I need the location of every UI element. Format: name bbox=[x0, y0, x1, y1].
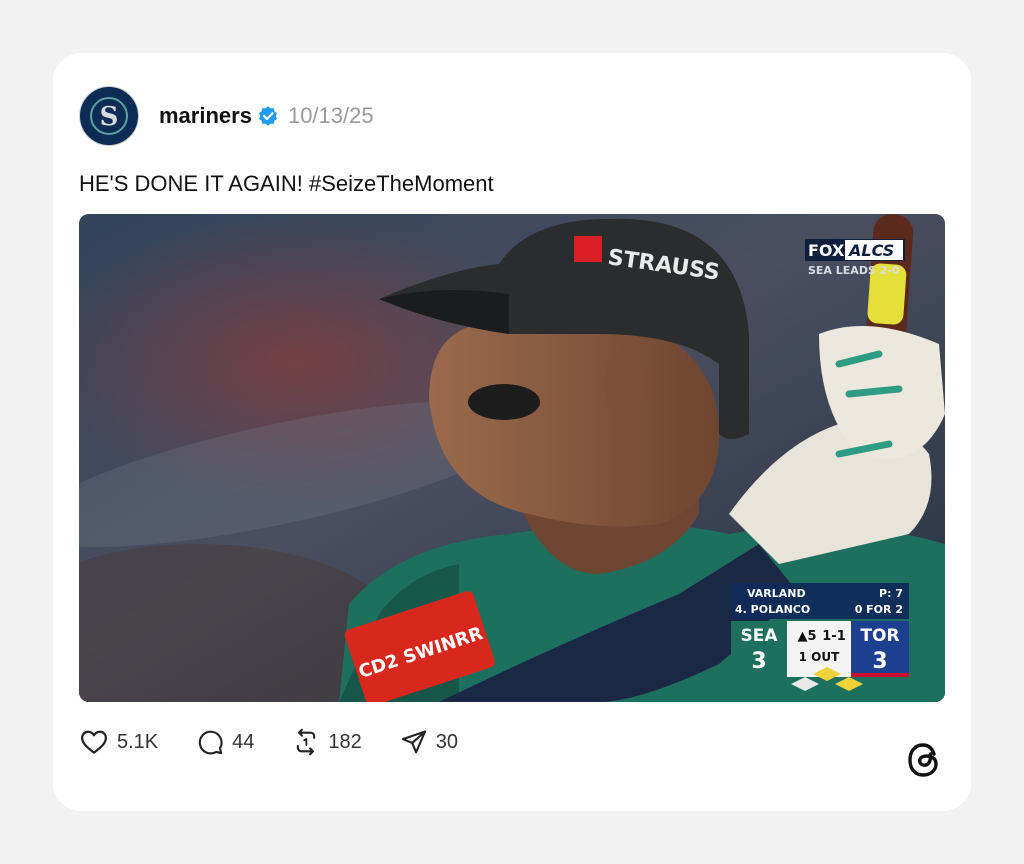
action-bar: 5.1K 44 182 30 bbox=[79, 727, 496, 757]
away-team: SEA bbox=[740, 626, 778, 646]
like-button[interactable]: 5.1K bbox=[79, 727, 158, 757]
repost-icon bbox=[297, 728, 316, 756]
threads-logo-icon[interactable] bbox=[905, 740, 943, 785]
reply-count: 44 bbox=[232, 730, 255, 753]
scorebug: VARLAND P: 7 4. POLANCO 0 FOR 2 SEA 3 ▲5… bbox=[731, 583, 909, 691]
post-date[interactable]: 10/13/25 bbox=[288, 103, 374, 129]
share-button[interactable]: 30 bbox=[400, 728, 458, 756]
like-count: 5.1K bbox=[117, 730, 159, 753]
repost-button[interactable]: 182 bbox=[292, 728, 362, 756]
ball-strike-count: 1-1 bbox=[822, 629, 846, 644]
home-team: TOR bbox=[860, 626, 899, 646]
post-card: S mariners 10/13/25 HE'S DONE IT AGAIN! … bbox=[53, 53, 971, 811]
series-status: SEA LEADS 2-0 bbox=[808, 264, 900, 277]
sponsor-badge bbox=[574, 236, 602, 262]
batter-stats: 0 FOR 2 bbox=[855, 603, 903, 616]
broadcast-tag: FOX ALCS SEA LEADS 2-0 bbox=[805, 239, 905, 277]
home-score: 3 bbox=[872, 649, 887, 674]
repost-count: 182 bbox=[328, 730, 362, 753]
comment-icon bbox=[198, 730, 223, 755]
heart-icon bbox=[81, 730, 107, 754]
away-score: 3 bbox=[751, 649, 766, 674]
broadcast-series: ALCS bbox=[847, 241, 894, 260]
reply-button[interactable]: 44 bbox=[196, 728, 254, 756]
batter-name: 4. POLANCO bbox=[735, 603, 810, 616]
share-count: 30 bbox=[435, 730, 459, 753]
inning: ▲5 bbox=[797, 629, 816, 644]
outs: 1 OUT bbox=[799, 650, 840, 664]
username[interactable]: mariners bbox=[159, 103, 252, 129]
broadcast-network: FOX bbox=[808, 241, 845, 260]
pitch-count: P: 7 bbox=[879, 587, 903, 600]
pitcher-name: VARLAND bbox=[747, 587, 806, 600]
avatar[interactable]: S bbox=[79, 86, 139, 146]
verified-badge-icon bbox=[258, 106, 278, 126]
send-icon bbox=[401, 730, 426, 754]
post-text: HE'S DONE IT AGAIN! #SeizeTheMoment bbox=[79, 171, 494, 196]
post-media[interactable]: STRAUSS CD2 SWINRR FOX ALCS SEA LEADS 2- bbox=[79, 214, 945, 702]
mariners-logo-icon: S bbox=[90, 97, 128, 135]
svg-text:S: S bbox=[100, 102, 119, 132]
video-frame: STRAUSS CD2 SWINRR FOX ALCS SEA LEADS 2- bbox=[79, 214, 945, 702]
post-header: S mariners 10/13/25 bbox=[79, 85, 374, 147]
